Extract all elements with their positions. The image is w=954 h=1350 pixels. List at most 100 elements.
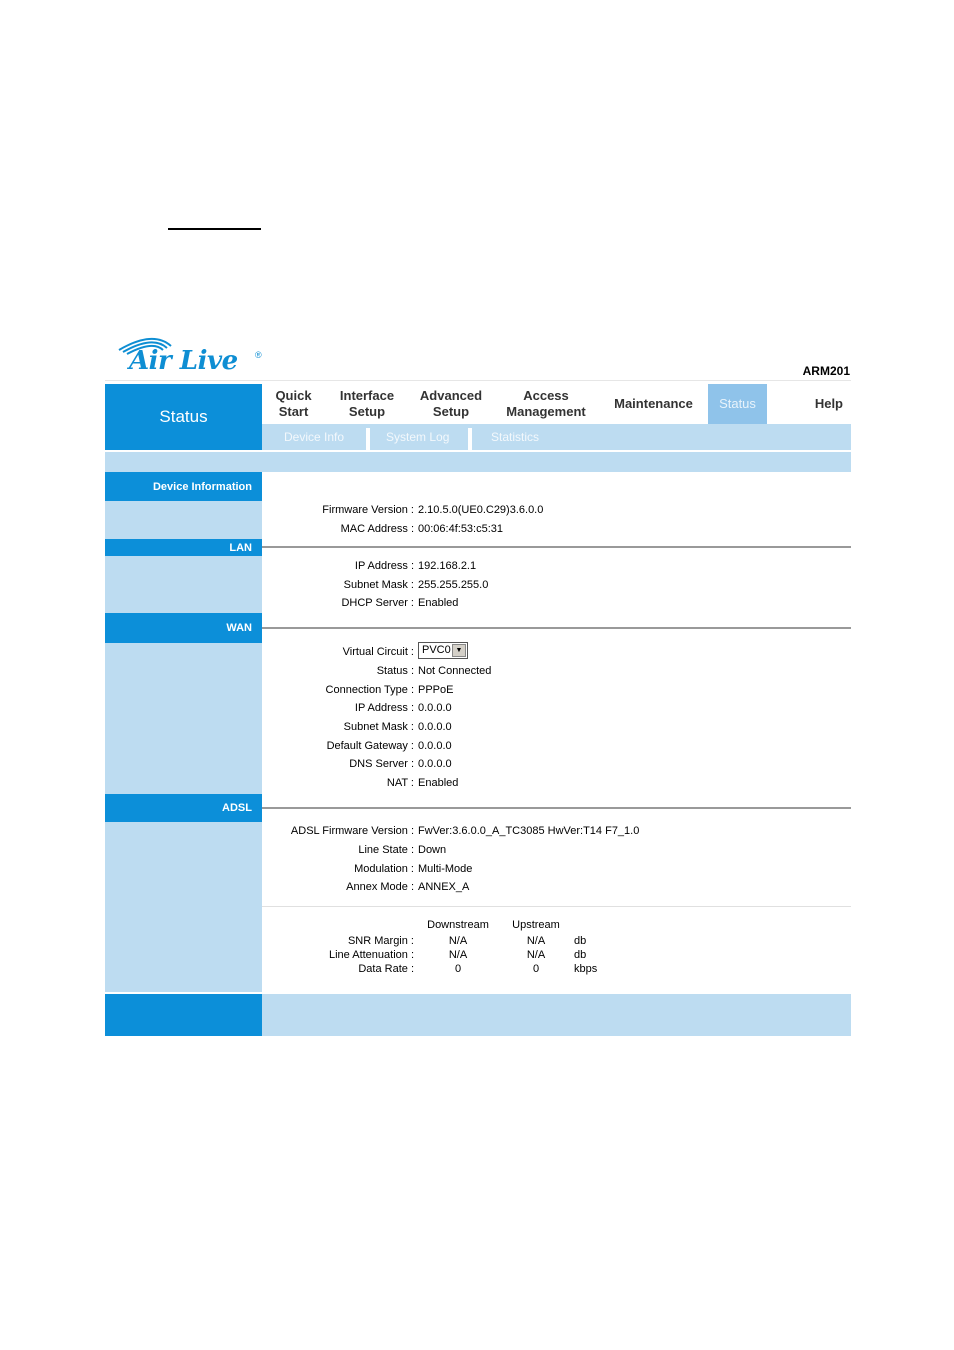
section-device-information: Device Information xyxy=(105,472,262,501)
line-state-value: Down xyxy=(418,844,447,856)
document-underline xyxy=(168,228,261,230)
firmware-version-value: 2.10.5.0(UE0.C29)3.6.0.0 xyxy=(418,504,544,516)
wan-status-label: Status : xyxy=(376,665,414,677)
snr-margin-label: SNR Margin : xyxy=(347,935,414,947)
line-attenuation-label: Line Attenuation : xyxy=(328,949,414,961)
lan-ip-value: 192.168.2.1 xyxy=(418,560,477,572)
lan-ip-label: IP Address : xyxy=(354,560,414,572)
nav-access-management[interactable]: Access Management xyxy=(493,384,599,424)
nav-status[interactable]: Status xyxy=(708,384,767,424)
wan-mask-label: Subnet Mask : xyxy=(343,721,414,733)
dns-server-label: DNS Server : xyxy=(349,758,414,770)
modulation-row: Modulation : Multi-Mode xyxy=(262,861,851,877)
footer-left-block xyxy=(105,994,262,1036)
connection-type-value: PPPoE xyxy=(418,684,454,696)
table-row: Line Attenuation : N/A N/A db xyxy=(262,948,851,962)
router-status-page: Air Live ® ARM201 Status Quick Start Inte… xyxy=(105,326,851,1036)
section-divider xyxy=(262,807,851,809)
chevron-down-icon[interactable]: ▼ xyxy=(452,644,466,657)
nav-quick-start[interactable]: Quick Start xyxy=(262,384,325,424)
nav-interface-setup[interactable]: Interface Setup xyxy=(325,384,409,424)
virtual-circuit-row: Virtual Circuit : PVC0 ▼ xyxy=(262,642,851,660)
sub-nav: Device Info System Log Statistics xyxy=(262,424,851,450)
modulation-value: Multi-Mode xyxy=(418,863,473,875)
firmware-version-label: Firmware Version : xyxy=(322,504,414,516)
section-adsl: ADSL xyxy=(105,794,262,822)
default-gateway-row: Default Gateway : 0.0.0.0 xyxy=(262,738,851,754)
nav-advanced-setup[interactable]: Advanced Setup xyxy=(409,384,493,424)
nat-label: NAT : xyxy=(386,777,414,789)
lan-mask-value: 255.255.255.0 xyxy=(418,579,489,591)
section-divider xyxy=(262,627,851,629)
nat-row: NAT : Enabled xyxy=(262,775,851,791)
section-divider xyxy=(262,546,851,548)
line-stats-header: Downstream Upstream xyxy=(262,918,851,932)
wan-mask-row: Subnet Mask : 0.0.0.0 xyxy=(262,719,851,735)
airlive-logo: Air Live ® xyxy=(113,332,263,380)
logo-text: Air Live xyxy=(129,346,238,376)
lan-mask-label: Subnet Mask : xyxy=(343,579,414,591)
table-divider xyxy=(262,906,851,907)
adsl-firmware-value: FwVer:3.6.0.0_A_TC3085 HwVer:T14 F7_1.0 xyxy=(418,825,640,837)
lan-ip-row: IP Address : 192.168.2.1 xyxy=(262,558,851,574)
section-lan: LAN xyxy=(105,539,262,556)
snr-margin-up: N/A xyxy=(526,935,546,947)
line-attenuation-up: N/A xyxy=(526,949,546,961)
line-attenuation-unit: db xyxy=(574,949,587,961)
line-state-label: Line State : xyxy=(358,844,414,856)
dns-server-row: DNS Server : 0.0.0.0 xyxy=(262,756,851,772)
logo-registered-mark: ® xyxy=(255,350,262,360)
subnav-separator xyxy=(366,428,370,450)
modulation-label: Modulation : xyxy=(354,863,414,875)
lan-mask-row: Subnet Mask : 255.255.255.0 xyxy=(262,577,851,593)
snr-margin-unit: db xyxy=(574,935,587,947)
dhcp-server-label: DHCP Server : xyxy=(341,597,414,609)
firmware-version-row: Firmware Version : 2.10.5.0(UE0.C29)3.6.… xyxy=(262,502,851,518)
wan-status-row: Status : Not Connected xyxy=(262,663,851,679)
dhcp-server-value: Enabled xyxy=(418,597,459,609)
default-gateway-value: 0.0.0.0 xyxy=(418,740,452,752)
subnav-device-info[interactable]: Device Info xyxy=(284,424,344,450)
snr-margin-down: N/A xyxy=(448,935,468,947)
connection-type-label: Connection Type : xyxy=(325,684,414,696)
table-row: Data Rate : 0 0 kbps xyxy=(262,962,851,976)
dhcp-server-row: DHCP Server : Enabled xyxy=(262,595,851,611)
data-rate-down: 0 xyxy=(454,963,462,975)
content-top-band xyxy=(105,452,851,472)
footer-right-block xyxy=(262,994,851,1036)
subnav-system-log[interactable]: System Log xyxy=(386,424,449,450)
virtual-circuit-select[interactable]: PVC0 ▼ xyxy=(418,642,468,659)
section-wan: WAN xyxy=(105,613,262,643)
data-rate-unit: kbps xyxy=(574,963,598,975)
mac-address-value: 00:06:4f:53:c5:31 xyxy=(418,523,504,535)
annex-mode-row: Annex Mode : ANNEX_A xyxy=(262,879,851,895)
virtual-circuit-label: Virtual Circuit : xyxy=(342,646,414,658)
wan-status-value: Not Connected xyxy=(418,665,492,677)
connection-type-row: Connection Type : PPPoE xyxy=(262,682,851,698)
data-rate-label: Data Rate : xyxy=(358,963,414,975)
adsl-firmware-row: ADSL Firmware Version : FwVer:3.6.0.0_A_… xyxy=(262,823,851,839)
mac-address-row: MAC Address : 00:06:4f:53:c5:31 xyxy=(262,521,851,537)
model-name: ARM201 xyxy=(802,364,850,378)
line-attenuation-down: N/A xyxy=(448,949,468,961)
default-gateway-label: Default Gateway : xyxy=(326,740,414,752)
wan-ip-value: 0.0.0.0 xyxy=(418,702,452,714)
subnav-separator xyxy=(468,428,472,450)
nav-help[interactable]: Help xyxy=(767,384,851,424)
wan-ip-row: IP Address : 0.0.0.0 xyxy=(262,700,851,716)
main-nav: Quick Start Interface Setup Advanced Setup … xyxy=(262,384,851,424)
nat-value: Enabled xyxy=(418,777,459,789)
annex-mode-label: Annex Mode : xyxy=(346,881,414,893)
wan-mask-value: 0.0.0.0 xyxy=(418,721,452,733)
mac-address-label: MAC Address : xyxy=(340,523,414,535)
line-state-row: Line State : Down xyxy=(262,842,851,858)
adsl-firmware-label: ADSL Firmware Version : xyxy=(290,825,414,837)
data-rate-up: 0 xyxy=(532,963,540,975)
upstream-header: Upstream xyxy=(512,919,560,931)
table-row: SNR Margin : N/A N/A db xyxy=(262,934,851,948)
subnav-statistics[interactable]: Statistics xyxy=(491,424,539,450)
downstream-header: Downstream xyxy=(427,919,489,931)
current-section-title: Status xyxy=(105,384,262,450)
header-divider xyxy=(105,380,851,381)
nav-maintenance[interactable]: Maintenance xyxy=(599,384,708,424)
